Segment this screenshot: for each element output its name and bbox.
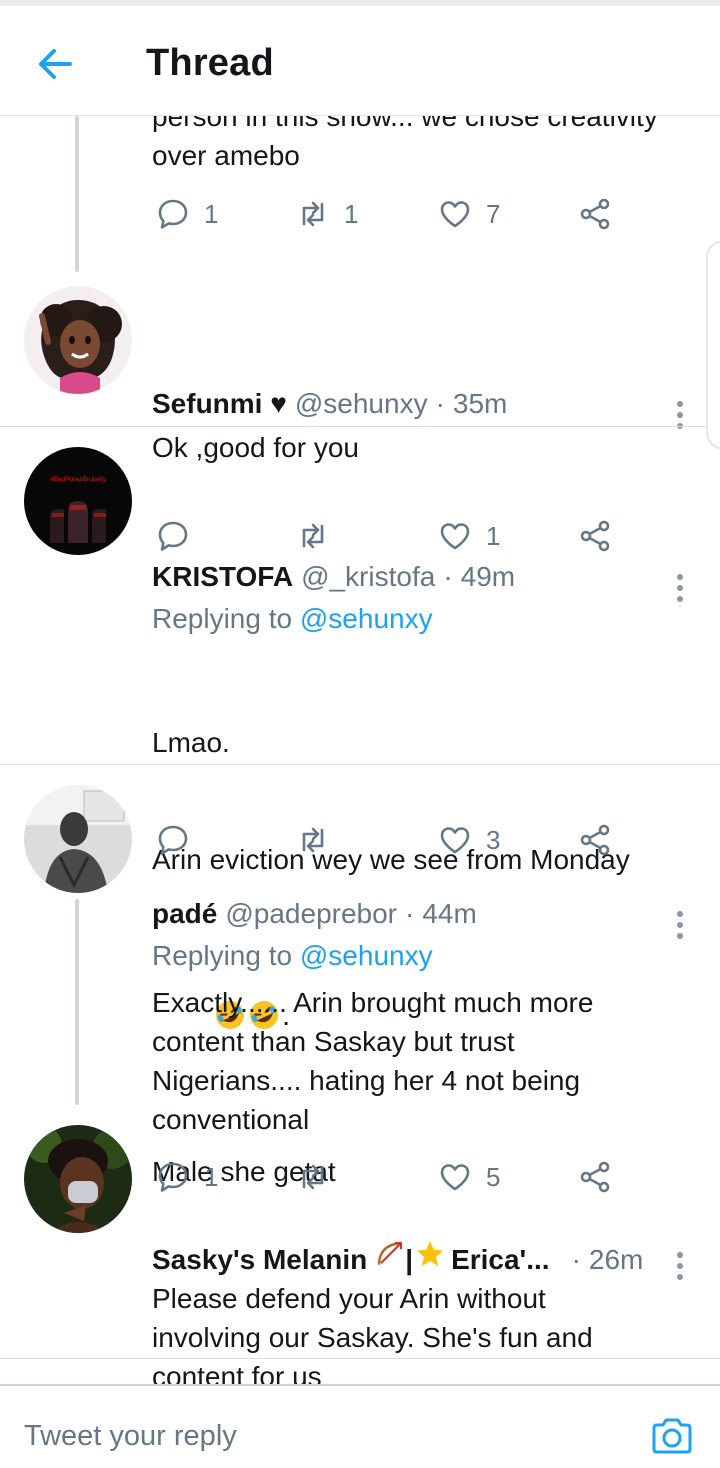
separator-dot: · — [443, 561, 453, 592]
tweet[interactable]: Sefunmi ♥ @sehunxy · 35m Ok ,good for yo… — [0, 266, 720, 552]
tweet-author-row: padé @padeprebor · 44m — [152, 898, 660, 938]
share-button[interactable] — [578, 192, 612, 236]
display-name-part[interactable]: Sasky's Melanin — [152, 1244, 367, 1276]
separator-dot: · — [405, 898, 415, 929]
display-name[interactable]: KRISTOFA — [152, 561, 293, 593]
timestamp: 26m — [588, 1244, 644, 1275]
reply-input[interactable]: Tweet your reply — [24, 1420, 237, 1453]
retweet-count: 1 — [344, 198, 359, 229]
reply-icon — [158, 199, 188, 229]
separator-dot: · — [571, 1244, 581, 1275]
page-title: Thread — [146, 42, 274, 84]
timestamp: 44m — [422, 898, 477, 929]
tweet[interactable]: Sasky's Melanin | Erica'... · 26m Please… — [0, 1105, 720, 1384]
tweet[interactable]: person in this show... we chose creativi… — [0, 116, 720, 291]
reply-button[interactable]: 1 — [156, 192, 218, 236]
retweet-button[interactable]: 1 — [296, 192, 358, 236]
tweet-actions: 1 1 7 — [152, 192, 622, 236]
more-options-button[interactable] — [670, 906, 690, 946]
replying-to-label: Replying to — [152, 940, 293, 971]
back-button[interactable] — [32, 40, 80, 88]
side-panel-handle[interactable] — [706, 240, 720, 450]
camera-button[interactable] — [650, 1416, 694, 1456]
reply-count: 1 — [204, 198, 219, 229]
like-count: 7 — [486, 198, 501, 229]
tweet-divider — [0, 1358, 720, 1359]
tweet-author-row: Sefunmi ♥ @sehunxy · 35m — [152, 388, 660, 428]
avatar[interactable] — [24, 785, 132, 893]
tweet-text: person in this show... we chose creativi… — [152, 116, 658, 171]
display-name-part[interactable]: Erica'... — [451, 1244, 550, 1276]
avatar[interactable] — [24, 1125, 132, 1233]
username[interactable]: @sehunxy — [295, 388, 428, 420]
tweet[interactable]: #EndPoliceBrutality KRISTOFA @_kristofa … — [0, 427, 720, 1187]
star-icon — [417, 1241, 444, 1266]
replying-to: Replying to @sehunxy — [152, 940, 433, 972]
reply-composer[interactable]: Tweet your reply — [0, 1384, 720, 1468]
timestamp: 49m — [460, 561, 516, 592]
like-button[interactable]: 7 — [438, 192, 500, 236]
avatar[interactable] — [24, 286, 132, 394]
display-name[interactable]: Sefunmi ♥ — [152, 388, 287, 420]
retweet-icon — [302, 201, 324, 227]
tweet[interactable]: padé @padeprebor · 44m Replying to @sehu… — [0, 765, 720, 1193]
tweet-text: Please defend your Arin without involvin… — [152, 1283, 593, 1384]
thread-feed[interactable]: person in this show... we chose creativi… — [0, 116, 720, 1384]
share-icon — [580, 198, 610, 230]
tweet-author-row: Sasky's Melanin | Erica'... · 26m — [152, 1239, 660, 1279]
avatar[interactable]: #EndPoliceBrutality — [24, 447, 132, 555]
heart-icon — [440, 201, 470, 228]
replying-to: Replying to @sehunxy — [152, 603, 433, 635]
mention-link[interactable]: @sehunxy — [300, 603, 433, 634]
display-name[interactable]: padé — [152, 898, 217, 930]
avatar-image — [24, 1125, 132, 1233]
bow-and-arrow-icon — [378, 1241, 403, 1266]
username[interactable]: @padeprebor — [225, 898, 397, 930]
more-options-button[interactable] — [670, 569, 690, 609]
thread-connector-line — [75, 116, 79, 272]
username[interactable]: @_kristofa — [301, 561, 435, 593]
tweet-author-row: KRISTOFA @_kristofa · 49m — [152, 561, 660, 601]
svg-text:#EndPoliceBrutality: #EndPoliceBrutality — [50, 476, 107, 483]
separator-dot: · — [435, 388, 445, 419]
replying-to-label: Replying to — [152, 603, 293, 634]
avatar-image — [24, 286, 132, 394]
display-name-part: | — [405, 1244, 414, 1275]
app-header: Thread — [0, 6, 720, 116]
avatar-image — [24, 785, 132, 893]
timestamp: 35m — [452, 388, 508, 419]
camera-icon — [652, 1418, 692, 1454]
mention-link[interactable]: @sehunxy — [300, 940, 433, 971]
tweet-text-line: Lmao. — [152, 727, 230, 758]
arrow-left-icon — [39, 49, 72, 79]
avatar-image: #EndPoliceBrutality — [24, 447, 132, 555]
thread-connector-line — [75, 899, 79, 1105]
